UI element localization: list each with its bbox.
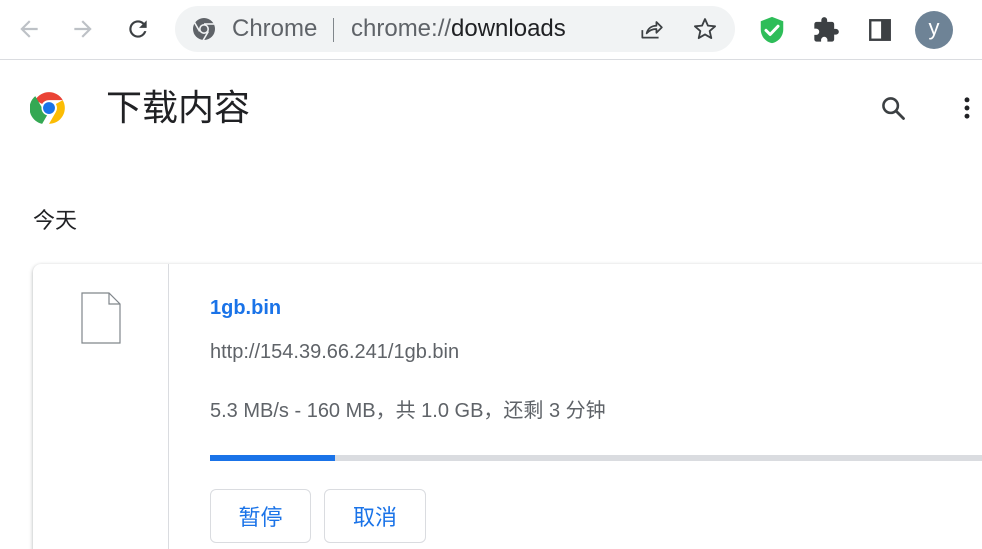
extensions-button[interactable]: [809, 13, 843, 47]
forward-button[interactable]: [63, 9, 103, 49]
url-host: downloads: [451, 15, 566, 42]
progress-fill: [210, 455, 336, 461]
search-icon: [882, 97, 905, 120]
more-actions-button[interactable]: [950, 91, 982, 125]
arrow-right-icon: [74, 20, 92, 38]
more-vert-icon: [964, 97, 970, 119]
reload-button[interactable]: [118, 9, 158, 49]
extension-shield-button[interactable]: [755, 13, 789, 47]
chrome-logo-icon: [30, 92, 65, 124]
url-separator: [333, 18, 334, 42]
download-status: 5.3 MB/s - 160 MB，共 1.0 GB，还剩 3 分钟: [210, 400, 606, 422]
card-divider: [168, 264, 169, 549]
star-icon: [694, 18, 716, 40]
url-scheme: chrome://: [351, 15, 452, 42]
chrome-site-icon: [193, 18, 215, 41]
cancel-button[interactable]: 取消: [324, 489, 426, 543]
date-section-heading: 今天: [33, 208, 78, 233]
profile-avatar[interactable]: y: [915, 11, 953, 49]
back-button[interactable]: [9, 9, 49, 49]
shield-check-icon: [760, 16, 784, 44]
file-name-link[interactable]: 1gb.bin: [210, 294, 281, 322]
file-source-url[interactable]: http://154.39.66.241/1gb.bin: [210, 338, 459, 366]
address-bar[interactable]: Chrome chrome://downloads: [175, 6, 735, 52]
url-text[interactable]: chrome://downloads: [351, 6, 566, 52]
pause-button[interactable]: 暂停: [210, 489, 311, 543]
puzzle-icon: [814, 17, 839, 42]
arrow-left-icon: [20, 20, 38, 38]
download-item: 1gb.bin http://154.39.66.241/1gb.bin 5.3…: [33, 264, 982, 549]
side-panel-button[interactable]: [863, 13, 897, 47]
download-progress-bar: [210, 455, 982, 461]
share-button[interactable]: [637, 15, 665, 43]
page-title: 下载内容: [106, 87, 251, 128]
downloads-header: 下载内容: [0, 61, 982, 161]
reload-icon: [129, 20, 147, 38]
site-name-chip: Chrome: [232, 15, 318, 42]
search-downloads-button[interactable]: [876, 91, 910, 125]
share-icon: [641, 21, 663, 39]
file-icon: [81, 292, 121, 344]
bookmark-button[interactable]: [691, 15, 719, 43]
browser-toolbar: Chrome chrome://downloads y: [0, 0, 982, 60]
side-panel-icon: [869, 19, 891, 41]
